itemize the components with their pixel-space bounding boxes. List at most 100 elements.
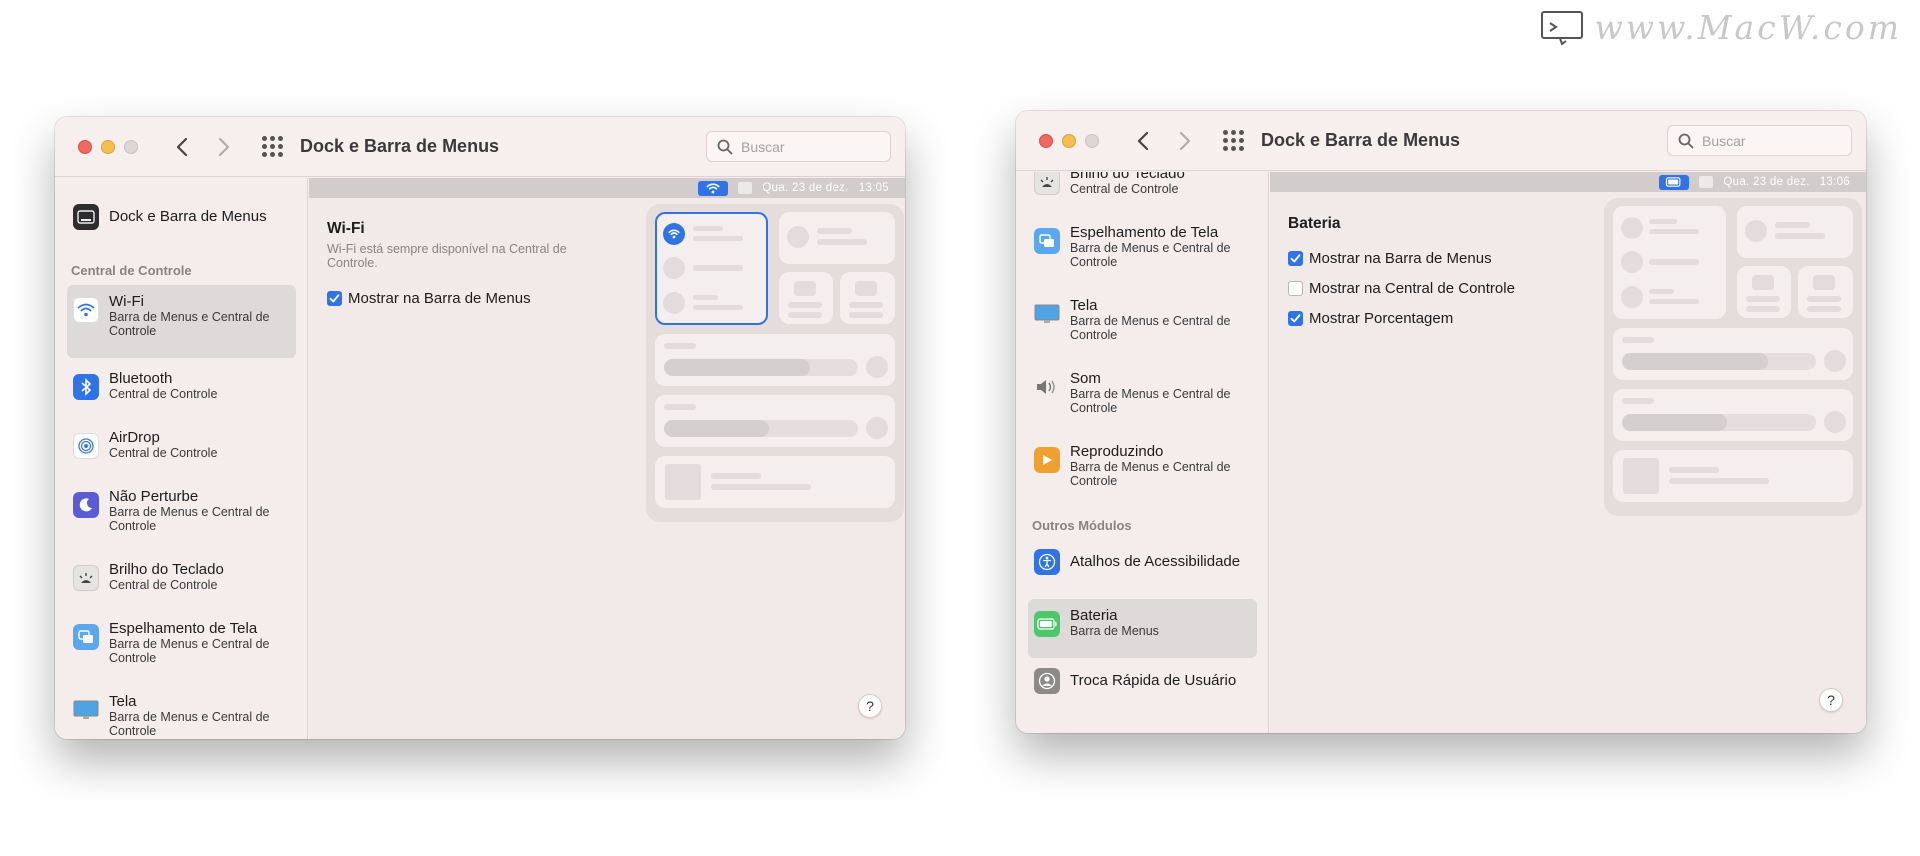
checkmark-icon xyxy=(1290,254,1301,263)
search-field[interactable]: Buscar xyxy=(1667,125,1852,156)
watermark: www.MacW.com xyxy=(1540,8,1902,47)
checkbox[interactable] xyxy=(1288,251,1303,266)
sidebar-item-sublabel: Controle xyxy=(1070,327,1118,342)
display-icon xyxy=(73,697,99,723)
search-placeholder: Buscar xyxy=(741,138,785,155)
content-pane: Qua. 23 de dez. 13:06 Bateria Mostrar na… xyxy=(1270,172,1866,733)
sidebar-item-reproduzindo[interactable]: Reproduzindo Barra de Menus e Central de… xyxy=(1028,435,1257,496)
sidebar-item-dock-e-barra[interactable]: Dock e Barra de Menus xyxy=(67,196,296,238)
checkbox[interactable] xyxy=(1288,281,1303,296)
preview-wifi-icon xyxy=(663,223,685,245)
search-placeholder: Buscar xyxy=(1702,132,1746,149)
sidebar-item-espelhamento[interactable]: Espelhamento de Tela Barra de Menus e Ce… xyxy=(67,612,296,673)
sidebar-item-sublabel: Central de Controle xyxy=(109,578,218,592)
close-button[interactable] xyxy=(1039,133,1053,148)
window-title: Dock e Barra de Menus xyxy=(300,136,500,156)
menubar-control-center-icon xyxy=(738,182,753,194)
checkbox-label: Mostrar na Barra de Menus xyxy=(348,290,531,307)
sidebar-item-atalhos-acessibilidade[interactable]: Atalhos de Acessibilidade xyxy=(1028,541,1257,583)
forward-button[interactable] xyxy=(1175,129,1195,153)
watermark-text: www.MacW.com xyxy=(1594,8,1902,47)
help-button[interactable]: ? xyxy=(858,694,882,718)
sidebar-item-troca-rapida-usuario[interactable]: Troca Rápida de Usuário xyxy=(1028,660,1257,702)
sidebar-item-tela[interactable]: Tela Barra de Menus e Central de Control… xyxy=(67,685,296,739)
checkmark-icon xyxy=(1290,314,1301,323)
sidebar-item-label: Reproduzindo xyxy=(1070,443,1164,460)
traffic-lights xyxy=(1039,133,1099,148)
bluetooth-icon xyxy=(73,374,99,400)
menubar-date: Qua. 23 de dez. xyxy=(1723,176,1810,188)
sidebar-item-bateria[interactable]: Bateria Barra de Menus xyxy=(1028,599,1257,658)
menubar-time: 13:06 xyxy=(1819,176,1850,188)
checkbox[interactable] xyxy=(327,291,342,306)
sidebar-item-label: AirDrop xyxy=(109,429,160,446)
chevron-left-icon xyxy=(1137,131,1149,150)
close-button[interactable] xyxy=(78,139,92,154)
sidebar-item-sublabel: Barra de Menus e Central de xyxy=(109,310,270,324)
system-preferences-window-wifi: Dock e Barra de Menus Buscar Dock e Barr… xyxy=(55,117,905,739)
sidebar-item-label: Espelhamento de Tela xyxy=(1070,224,1219,241)
airdrop-icon xyxy=(73,433,99,459)
zoom-button[interactable] xyxy=(124,139,138,154)
back-button[interactable] xyxy=(1133,129,1153,153)
navigation xyxy=(172,135,234,159)
zoom-button[interactable] xyxy=(1085,133,1099,148)
show-all-grid-icon[interactable] xyxy=(1221,129,1245,153)
sidebar-item-label: Tela xyxy=(1070,297,1098,314)
sidebar-item-espelhamento[interactable]: Espelhamento de Tela Barra de Menus e Ce… xyxy=(1028,216,1257,277)
sidebar-item-sublabel: Controle xyxy=(1070,254,1118,269)
option-mostrar-barra-menus[interactable]: Mostrar na Barra de Menus xyxy=(327,290,531,307)
sidebar-item-sublabel: Controle xyxy=(109,518,157,533)
sidebar-item-label: Atalhos de Acessibilidade xyxy=(1070,553,1241,570)
option-mostrar-central-controle[interactable]: Mostrar na Central de Controle xyxy=(1288,280,1515,297)
sidebar-item-sublabel: Barra de Menus e Central de xyxy=(1070,387,1231,401)
sidebar-item-wifi[interactable]: Wi-Fi Barra de Menus e Central de Contro… xyxy=(67,285,296,358)
sidebar-item-sublabel: Barra de Menus xyxy=(1070,624,1159,638)
section-label-outros-modulos: Outros Módulos xyxy=(1032,518,1132,533)
sidebar-item-label: Espelhamento de Tela xyxy=(109,620,258,637)
system-preferences-window-bateria: Dock e Barra de Menus Buscar Brilho do T… xyxy=(1016,111,1866,733)
control-center-preview xyxy=(646,204,904,522)
forward-button[interactable] xyxy=(214,135,234,159)
title-bar: Dock e Barra de Menus Buscar xyxy=(1016,111,1866,171)
user-switch-icon xyxy=(1034,668,1060,694)
navigation xyxy=(1133,129,1195,153)
sidebar-item-sublabel: Controle xyxy=(1070,473,1118,488)
sidebar-item-sublabel: Central de Controle xyxy=(109,446,218,460)
minimize-button[interactable] xyxy=(101,139,115,154)
sidebar-item-sublabel: Central de Controle xyxy=(1070,182,1179,196)
sidebar-item-label: Bateria xyxy=(1070,607,1118,624)
sidebar-item-label: Troca Rápida de Usuário xyxy=(1070,672,1237,689)
sidebar-item-sublabel: Controle xyxy=(109,323,157,338)
checkbox-label: Mostrar na Barra de Menus xyxy=(1309,250,1492,267)
sidebar-item-airdrop[interactable]: AirDrop Central de Controle xyxy=(67,421,296,469)
sidebar-item-brilho-teclado[interactable]: Brilho do Teclado Central de Controle xyxy=(67,553,296,601)
checkbox-label: Mostrar na Central de Controle xyxy=(1309,280,1515,297)
sidebar-item-label: Dock e Barra de Menus xyxy=(109,208,267,225)
sidebar-item-tela[interactable]: Tela Barra de Menus e Central de Control… xyxy=(1028,289,1257,350)
checkbox[interactable] xyxy=(1288,311,1303,326)
sidebar-item-sublabel: Barra de Menus e Central de xyxy=(109,710,270,724)
sidebar-item-nao-perturbe[interactable]: Não Perturbe Barra de Menus e Central de… xyxy=(67,480,296,541)
help-button[interactable]: ? xyxy=(1819,688,1843,712)
back-button[interactable] xyxy=(172,135,192,159)
search-icon xyxy=(1678,133,1694,148)
keyboard-brightness-icon xyxy=(1034,172,1060,195)
sidebar-item-label: Wi-Fi xyxy=(109,293,144,310)
sidebar: Dock e Barra de Menus Central de Control… xyxy=(55,178,308,739)
accessibility-icon xyxy=(1034,549,1060,575)
option-mostrar-porcentagem[interactable]: Mostrar Porcentagem xyxy=(1288,310,1453,327)
sidebar-item-label: Não Perturbe xyxy=(109,488,199,505)
checkmark-icon xyxy=(329,294,340,303)
minimize-button[interactable] xyxy=(1062,133,1076,148)
sidebar-item-bluetooth[interactable]: Bluetooth Central de Controle xyxy=(67,362,296,410)
show-all-grid-icon[interactable] xyxy=(260,135,284,159)
sidebar-item-sublabel: Controle xyxy=(109,650,157,665)
section-title: Wi-Fi xyxy=(327,220,365,237)
display-icon xyxy=(1034,301,1060,327)
search-field[interactable]: Buscar xyxy=(706,131,891,162)
sidebar-item-som[interactable]: Som Barra de Menus e Central de Controle xyxy=(1028,362,1257,423)
sidebar-item-sublabel: Barra de Menus e Central de xyxy=(1070,460,1231,474)
sidebar-item-brilho-teclado[interactable]: Brilho do Teclado Central de Controle xyxy=(1028,172,1257,205)
option-mostrar-barra-menus[interactable]: Mostrar na Barra de Menus xyxy=(1288,250,1492,267)
